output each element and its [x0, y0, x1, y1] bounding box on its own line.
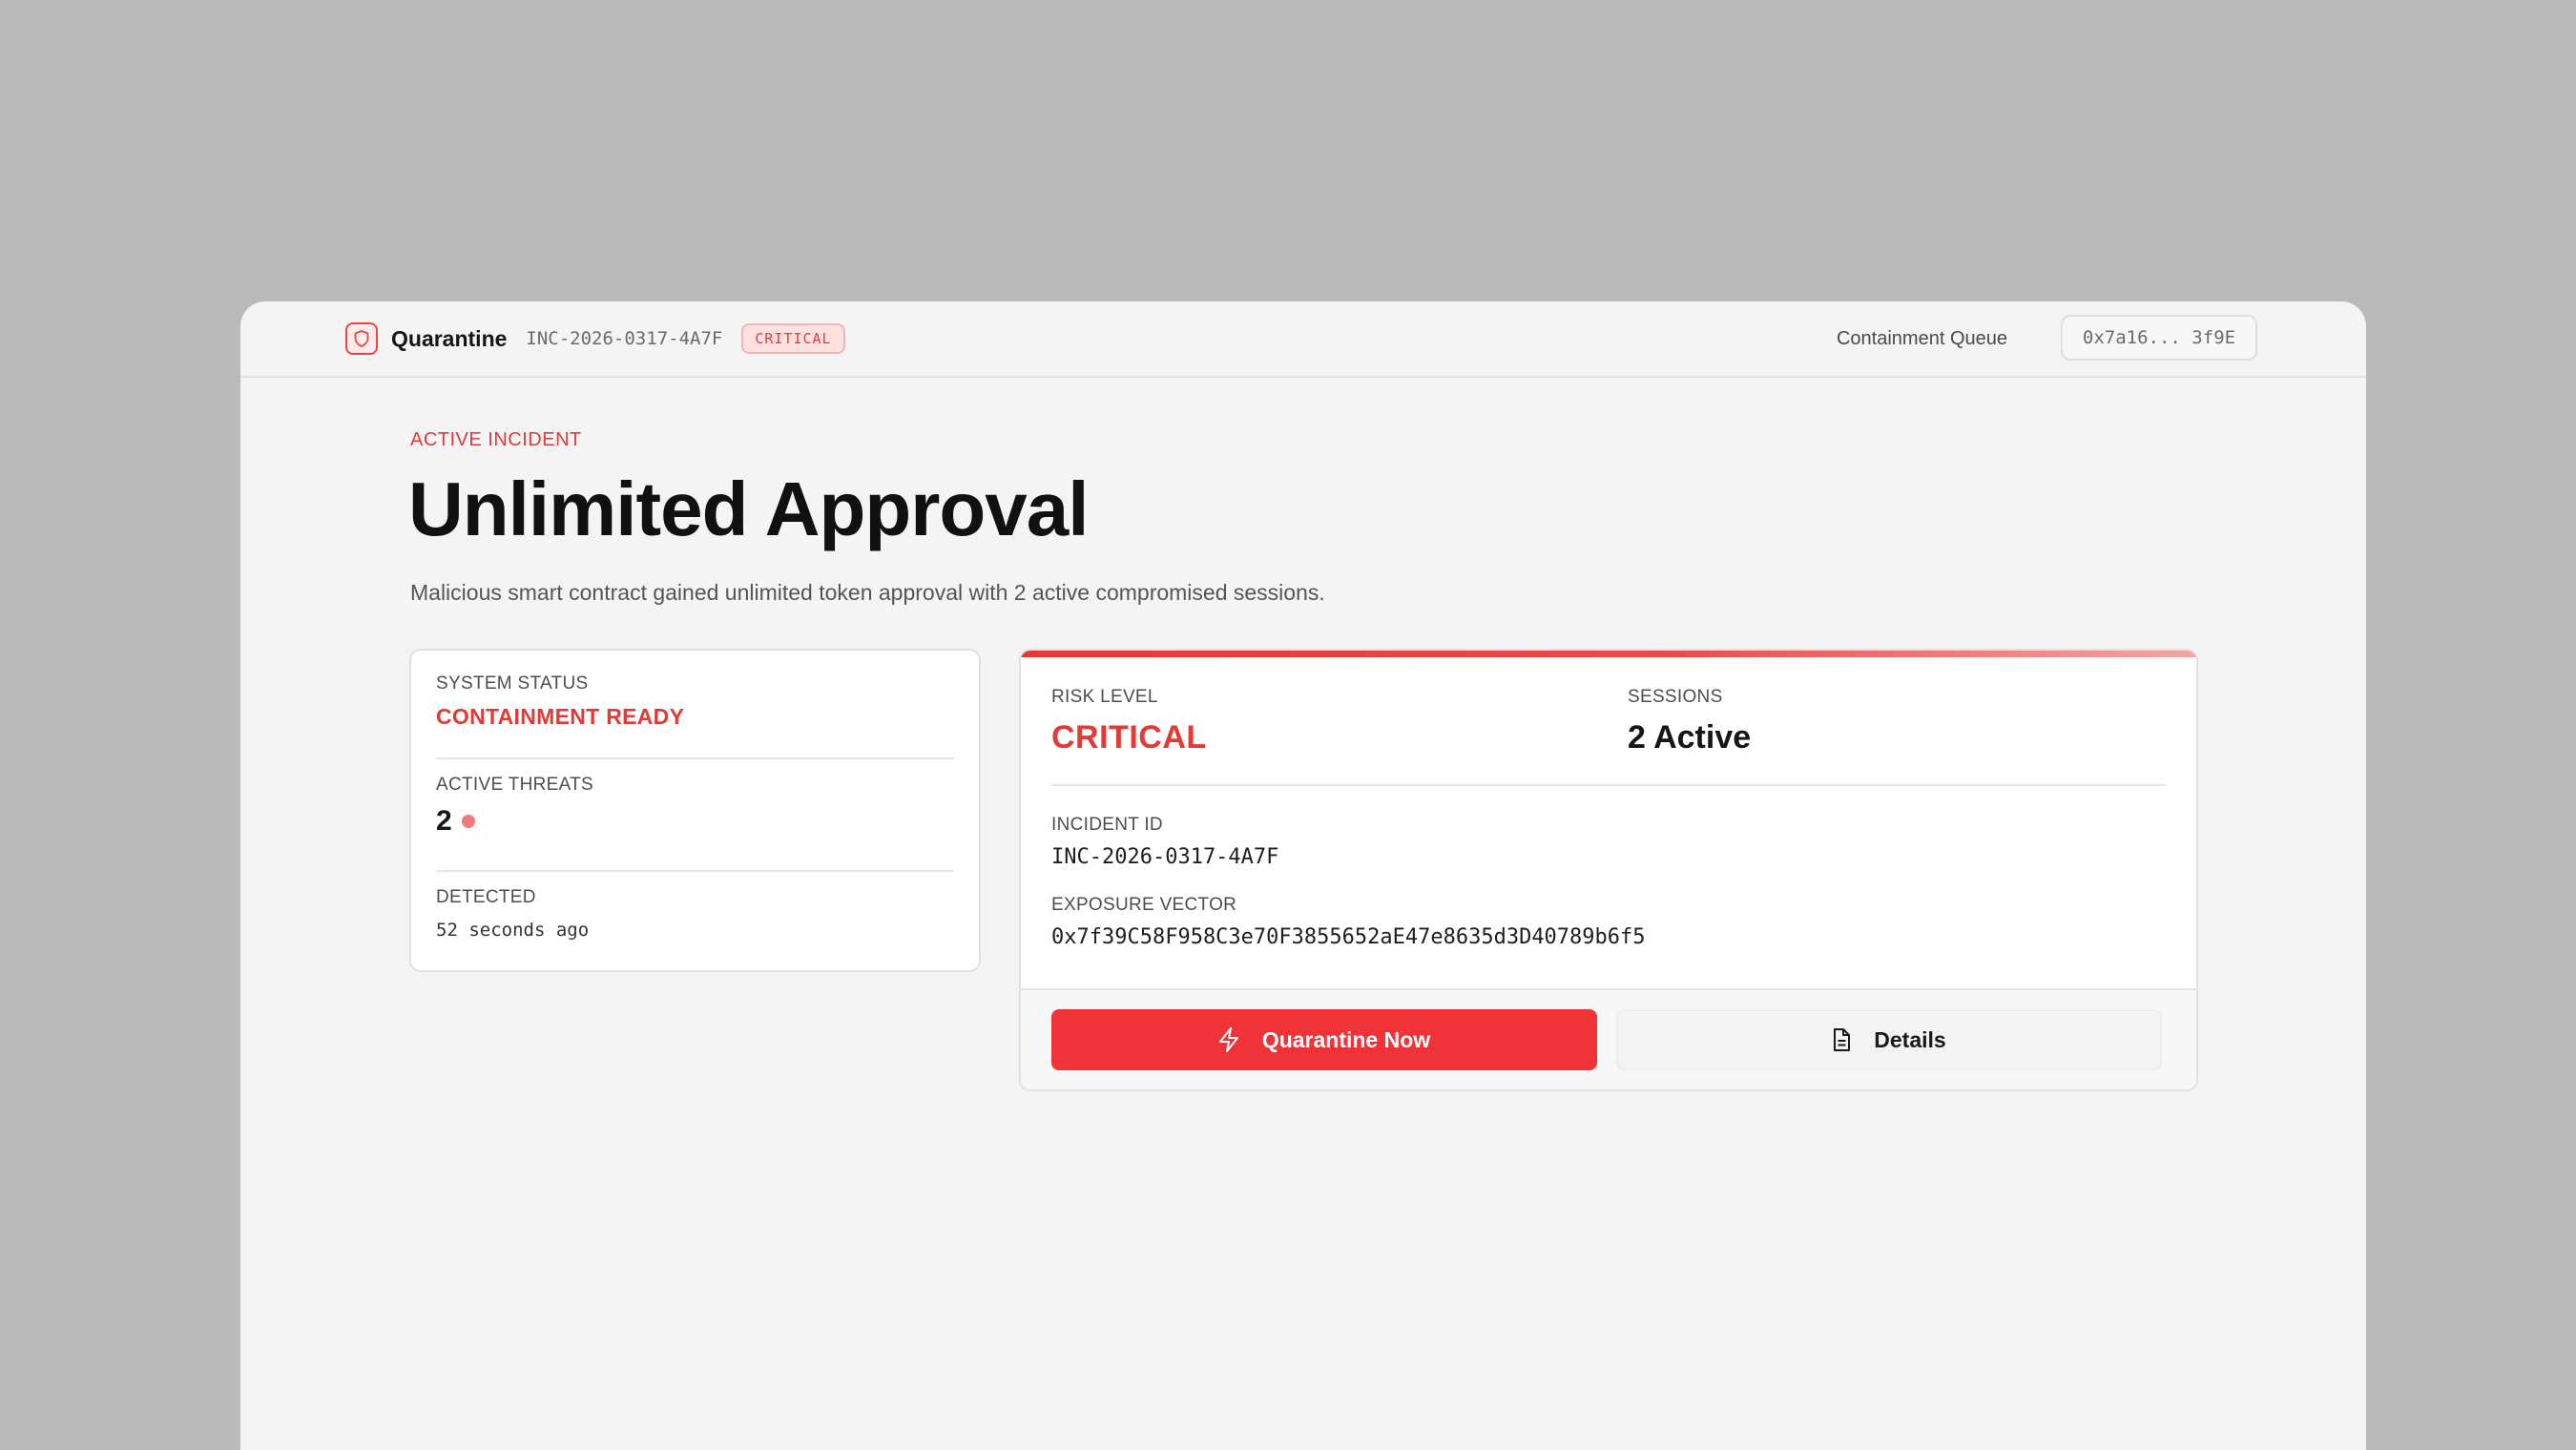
exposure-vector-label: EXPOSURE VECTOR: [1051, 895, 1237, 915]
active-threats-count: 2: [436, 805, 452, 837]
details-button[interactable]: Details: [1616, 1009, 2162, 1070]
system-status-value: CONTAINMENT READY: [436, 704, 685, 729]
risk-level-label: RISK LEVEL: [1051, 687, 1158, 707]
incident-eyebrow: ACTIVE INCIDENT: [410, 429, 582, 450]
lightning-icon: [1218, 1027, 1238, 1052]
details-label: Details: [1874, 1026, 1946, 1052]
sessions-label: SESSIONS: [1628, 687, 1723, 707]
app-name: Quarantine: [391, 325, 508, 351]
incident-id-section: INCIDENT ID INC-2026-0317-4A7F: [1051, 815, 1278, 869]
system-status-label: SYSTEM STATUS: [436, 673, 589, 694]
shield-icon: [345, 322, 378, 355]
system-status-section: SYSTEM STATUS CONTAINMENT READY: [436, 673, 954, 730]
active-threats-section: ACTIVE THREATS 2: [436, 775, 954, 838]
sessions-value: 2 Active: [1628, 719, 1752, 756]
active-threats-label: ACTIVE THREATS: [436, 775, 594, 795]
document-icon: [1834, 1028, 1851, 1051]
incident-id-value: INC-2026-0317-4A7F: [1051, 845, 1279, 869]
brand[interactable]: Quarantine INC-2026-0317-4A7F CRITICAL: [345, 322, 845, 355]
exposure-vector-value: 0x7f39C58F958C3e70F3855652aE47e8635d3D40…: [1051, 925, 1646, 949]
divider: [436, 870, 954, 872]
wallet-address-chip[interactable]: 0x7a16... 3f9E: [2061, 315, 2257, 361]
incident-id-label: INCIDENT ID: [1051, 815, 1163, 835]
risk-level-section: RISK LEVEL CRITICAL: [1051, 687, 1207, 756]
divider: [436, 757, 954, 759]
risk-accent-bar: [1021, 651, 2196, 657]
active-threats-value: 2: [436, 805, 954, 838]
action-bar: Quarantine Now Details: [1021, 988, 2196, 1089]
page-title: Unlimited Approval: [408, 466, 1089, 551]
top-bar: Quarantine INC-2026-0317-4A7F CRITICAL C…: [240, 301, 2366, 378]
system-status-card: SYSTEM STATUS CONTAINMENT READY ACTIVE T…: [409, 649, 981, 972]
risk-card: RISK LEVEL CRITICAL SESSIONS 2 Active IN…: [1019, 649, 2198, 1091]
header-incident-id: INC-2026-0317-4A7F: [526, 328, 723, 349]
severity-badge: CRITICAL: [741, 323, 845, 354]
exposure-vector-section: EXPOSURE VECTOR 0x7f39C58F958C3e70F38556…: [1051, 895, 1646, 949]
quarantine-now-label: Quarantine Now: [1261, 1026, 1431, 1052]
risk-level-value: CRITICAL: [1051, 719, 1207, 756]
sessions-section: SESSIONS 2 Active: [1628, 687, 1751, 756]
detected-section: DETECTED 52 seconds ago: [436, 887, 954, 941]
threat-indicator-dot: [461, 815, 475, 828]
detected-value: 52 seconds ago: [436, 920, 590, 941]
incident-description: Malicious smart contract gained unlimite…: [410, 580, 1325, 605]
divider: [1051, 784, 2166, 786]
detected-label: DETECTED: [436, 887, 536, 907]
quarantine-now-button[interactable]: Quarantine Now: [1051, 1009, 1597, 1070]
app-window: Quarantine INC-2026-0317-4A7F CRITICAL C…: [240, 301, 2366, 1450]
containment-queue-link[interactable]: Containment Queue: [1837, 328, 2007, 350]
